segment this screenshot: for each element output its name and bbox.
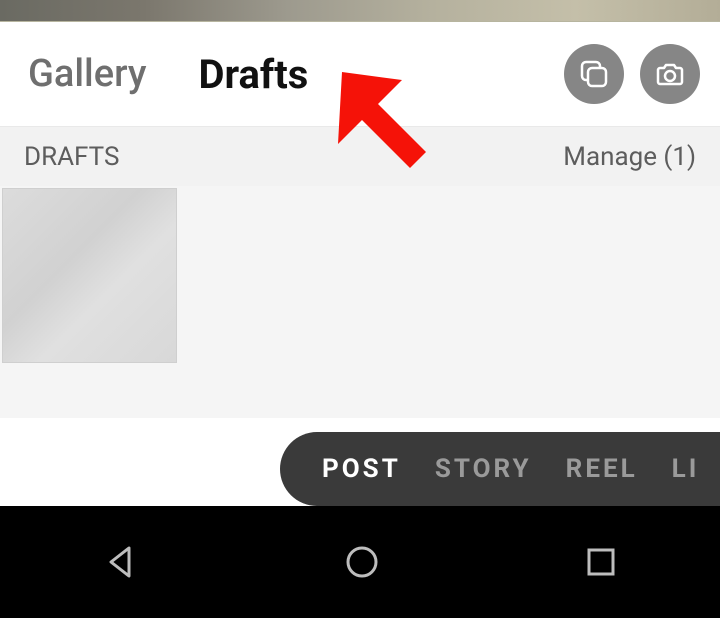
mode-reel[interactable]: REEL	[566, 454, 638, 484]
nav-recent-icon[interactable]	[583, 544, 619, 580]
section-title: DRAFTS	[24, 142, 119, 172]
mode-post[interactable]: POST	[322, 454, 401, 484]
drafts-grid	[0, 186, 720, 418]
tab-drafts[interactable]: Drafts	[198, 51, 308, 98]
draft-thumbnail[interactable]	[2, 188, 177, 363]
manage-drafts-link[interactable]: Manage (1)	[563, 142, 696, 172]
camera-icon	[654, 58, 686, 90]
media-preview-strip	[0, 0, 720, 22]
camera-button[interactable]	[640, 44, 700, 104]
source-selector-row: Gallery Drafts	[0, 22, 720, 126]
multi-select-icon	[579, 59, 609, 89]
drafts-section-header: DRAFTS Manage (1)	[0, 126, 720, 186]
multi-select-button[interactable]	[564, 44, 624, 104]
tab-gallery[interactable]: Gallery	[28, 52, 146, 96]
create-mode-pill: POST STORY REEL LI	[280, 432, 720, 506]
android-nav-bar	[0, 506, 720, 618]
nav-back-icon[interactable]	[101, 542, 141, 582]
mode-live[interactable]: LI	[672, 454, 700, 484]
mode-story[interactable]: STORY	[435, 454, 532, 484]
nav-home-icon[interactable]	[342, 542, 382, 582]
